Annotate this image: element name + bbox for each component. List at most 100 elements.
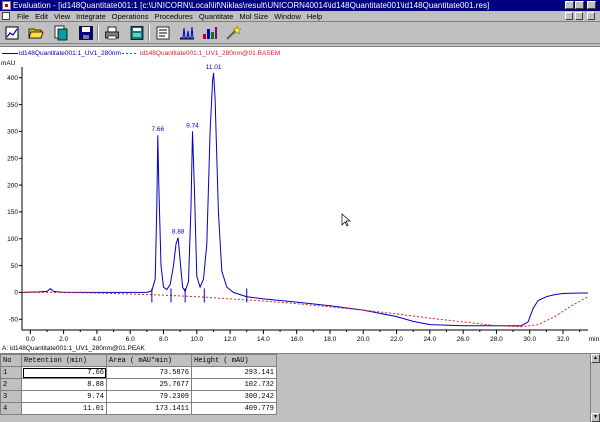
y-tick-label: 400 — [7, 75, 18, 82]
area-cell[interactable]: 173.1411 — [106, 402, 192, 415]
peak-table-icon[interactable] — [201, 24, 219, 42]
menu-window[interactable]: Window — [271, 11, 304, 22]
menu-file[interactable]: File — [14, 11, 32, 22]
x-tick-label: 8.0 — [159, 336, 168, 343]
menu-procedures[interactable]: Procedures — [151, 11, 195, 22]
x-tick-label: 26.0 — [457, 336, 470, 343]
row-number[interactable]: 4 — [0, 402, 22, 415]
menu-help[interactable]: Help — [304, 11, 325, 22]
menu-bar: File Edit View Integrate Operations Proc… — [0, 11, 600, 22]
y-tick-label: 150 — [7, 209, 18, 216]
chromatogram-window: id148Quantitate001:1_UV1_280nm id148Quan… — [0, 46, 600, 344]
table-row[interactable]: 4 11.01 173.1411 409.779 — [0, 402, 277, 415]
doc-close-button[interactable] — [587, 12, 595, 20]
area-cell[interactable]: 25.7677 — [106, 378, 192, 391]
x-tick-label: 20.0 — [357, 336, 370, 343]
height-cell[interactable]: 293.141 — [191, 366, 277, 379]
x-tick-label: 2.0 — [59, 336, 68, 343]
menu-quantitate[interactable]: Quantitate — [196, 11, 237, 22]
close-button[interactable] — [587, 1, 596, 9]
document-menu-icon[interactable] — [2, 12, 10, 20]
chromatogram-chart[interactable]: mAU -50 0 50 100 150 200 250 300 350 400 0.0 2.0 4.0 6… — [0, 47, 600, 345]
y-tick-label: 100 — [7, 236, 18, 243]
height-cell[interactable]: 102.732 — [191, 378, 277, 391]
notes-icon[interactable] — [128, 24, 146, 42]
open-result-icon[interactable] — [52, 24, 70, 42]
x-tick-label: 22.0 — [390, 336, 403, 343]
peak-label: 9.74 — [186, 122, 199, 129]
peak-label: 8.88 — [172, 229, 185, 236]
toolbar — [0, 22, 600, 44]
print-icon[interactable] — [103, 24, 121, 42]
window-title: Evaluation - [id148Quantitate001:1 [c:\U… — [13, 1, 490, 10]
column-header-height[interactable]: Height ( mAU) — [191, 354, 277, 367]
scroll-up-arrow-icon[interactable]: ▲ — [591, 354, 600, 363]
y-tick-label: 0 — [14, 290, 18, 297]
copy-icon[interactable] — [154, 24, 172, 42]
height-cell[interactable]: 409.779 — [191, 402, 277, 415]
minimize-button[interactable] — [565, 1, 574, 9]
y-tick-label: 50 — [11, 263, 19, 270]
x-axis-unit: min — [589, 336, 600, 343]
open-folder-icon[interactable] — [27, 24, 45, 42]
retention-cell[interactable]: 11.01 — [21, 402, 107, 415]
x-tick-label: 16.0 — [290, 336, 303, 343]
x-tick-label: 14.0 — [257, 336, 270, 343]
x-tick-label: 32.0 — [557, 336, 570, 343]
doc-restore-button[interactable] — [575, 12, 583, 20]
peak-table: No Retention (min) Area ( mAU*min) Heigh… — [0, 354, 277, 415]
title-bar: Evaluation - [id148Quantitate001:1 [c:\U… — [0, 0, 600, 11]
chromatogram-icon[interactable] — [178, 24, 196, 42]
row-number[interactable]: 3 — [0, 390, 22, 403]
row-number[interactable]: 2 — [0, 378, 22, 391]
scroll-down-arrow-icon[interactable]: ▼ — [591, 413, 600, 422]
column-header-no[interactable]: No — [0, 354, 22, 367]
peak-label: 11.01 — [206, 64, 222, 71]
table-row[interactable]: 1 7.66 73.5876 293.141 — [0, 366, 277, 379]
retention-cell[interactable]: 8.88 — [21, 378, 107, 391]
column-header-area[interactable]: Area ( mAU*min) — [106, 354, 192, 367]
maximize-button[interactable] — [575, 1, 584, 9]
peak-table-header: A: id148Quantitate001:1_UV1_280nm@01.PEA… — [0, 344, 600, 354]
table-row[interactable]: 3 9.74 79.2309 300.242 — [0, 390, 277, 403]
toolbar-separator — [148, 25, 150, 41]
integrate-icon[interactable] — [224, 24, 242, 42]
baseline-curve-line[interactable] — [22, 291, 589, 328]
menu-mol-size[interactable]: Mol Size — [236, 11, 271, 22]
menu-view[interactable]: View — [51, 11, 73, 22]
x-tick-label: 30.0 — [523, 336, 536, 343]
row-number[interactable]: 1 — [0, 366, 22, 379]
peak-table-panel: A: id148Quantitate001:1_UV1_280nm@01.PEA… — [0, 344, 600, 422]
menu-integrate[interactable]: Integrate — [73, 11, 109, 22]
y-tick-label: 350 — [7, 102, 18, 109]
x-tick-label: 28.0 — [490, 336, 503, 343]
uv-curve-line[interactable] — [21, 72, 588, 327]
curve-select-icon[interactable] — [3, 24, 21, 42]
retention-cell[interactable]: 9.74 — [21, 390, 107, 403]
table-scrollbar[interactable]: ▲ ▼ — [590, 354, 600, 422]
height-cell[interactable]: 300.242 — [191, 390, 277, 403]
area-cell[interactable]: 79.2309 — [106, 390, 192, 403]
mouse-cursor-icon — [341, 213, 351, 227]
y-tick-label: -50 — [9, 316, 19, 323]
menu-edit[interactable]: Edit — [32, 11, 51, 22]
doc-minimize-button[interactable] — [565, 12, 573, 20]
retention-cell[interactable]: 7.66 — [21, 366, 107, 379]
x-tick-label: 6.0 — [126, 336, 135, 343]
toolbar-separator — [97, 25, 99, 41]
peak-label: 7.66 — [152, 126, 165, 133]
column-header-retention[interactable]: Retention (min) — [21, 354, 107, 367]
y-tick-label: 300 — [7, 129, 18, 136]
table-header-row: No Retention (min) Area ( mAU*min) Heigh… — [0, 354, 277, 367]
menu-operations[interactable]: Operations — [109, 11, 152, 22]
save-icon[interactable] — [77, 24, 95, 42]
area-cell[interactable]: 73.5876 — [106, 366, 192, 379]
x-tick-label: 24.0 — [424, 336, 437, 343]
app-icon[interactable] — [2, 1, 11, 10]
x-tick-label: 10.0 — [190, 336, 203, 343]
x-tick-label: 4.0 — [92, 336, 101, 343]
y-tick-label: 250 — [7, 155, 18, 162]
x-tick-label: 12.0 — [224, 336, 237, 343]
table-row[interactable]: 2 8.88 25.7677 102.732 — [0, 378, 277, 391]
y-axis-unit: mAU — [1, 60, 16, 67]
